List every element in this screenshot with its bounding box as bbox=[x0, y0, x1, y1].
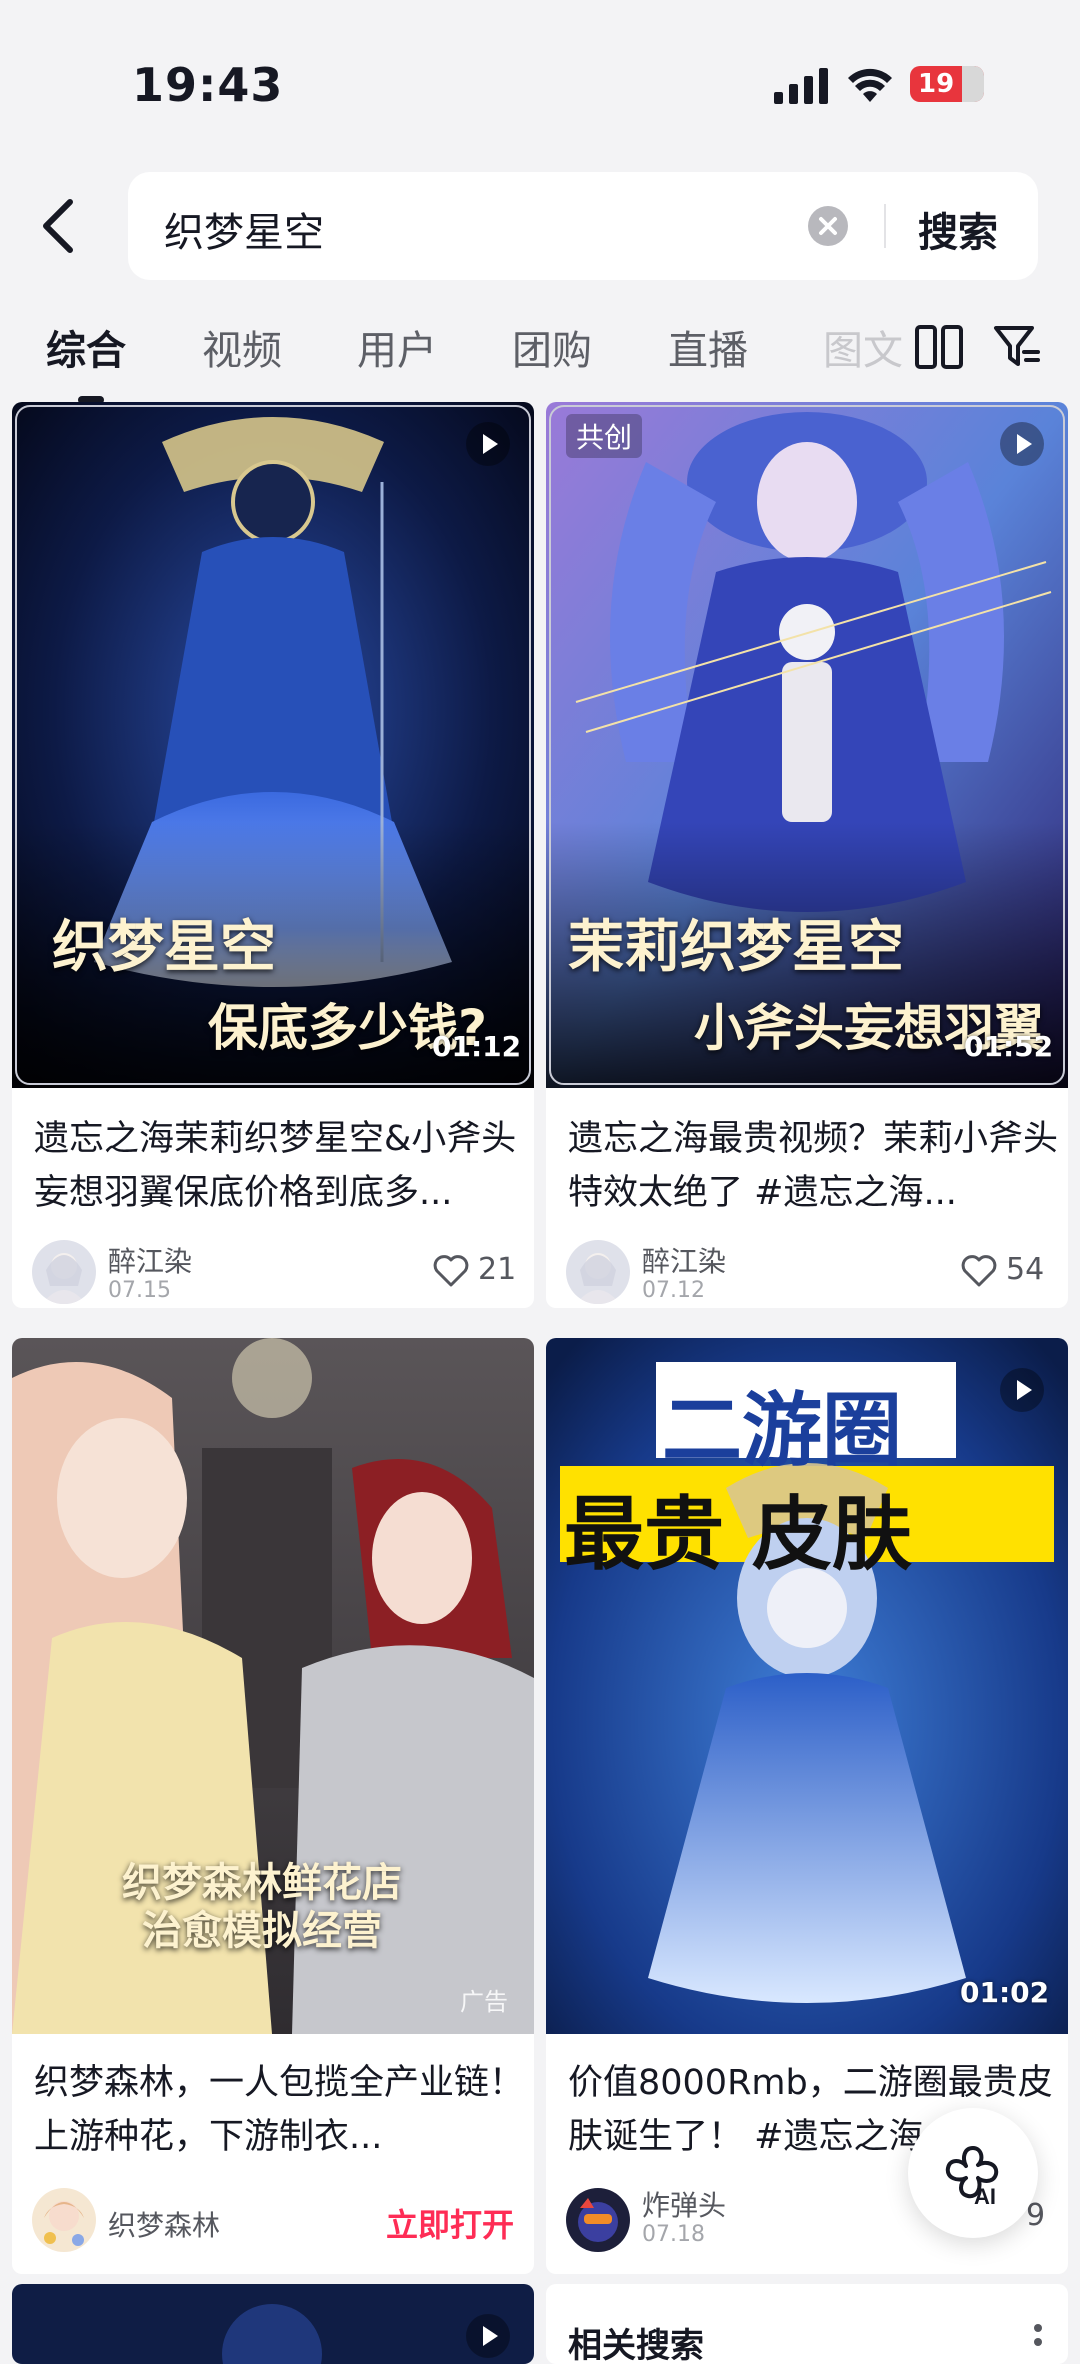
play-icon bbox=[466, 2314, 510, 2358]
status-time: 19:43 bbox=[132, 58, 284, 112]
status-bar: 19:43 19 bbox=[0, 0, 1080, 160]
video-duration: 01:12 bbox=[432, 1030, 522, 1063]
tab-comprehensive[interactable]: 综合 bbox=[46, 318, 126, 376]
dual-column-layout-icon[interactable] bbox=[914, 324, 964, 370]
thumbnail-image bbox=[546, 402, 1068, 1088]
tab-group-buy[interactable]: 团购 bbox=[512, 318, 592, 376]
svg-text:AI: AI bbox=[974, 2184, 996, 2208]
search-input[interactable]: 织梦星空 bbox=[164, 200, 324, 258]
co-creation-badge: 共创 bbox=[566, 414, 643, 458]
open-app-button[interactable]: 立即打开 bbox=[386, 2200, 514, 2246]
post-date: 07.18 bbox=[642, 2222, 705, 2247]
video-card[interactable]: 共创 茉莉织梦星空 小斧头妄想羽翼 01:52 遗忘之海最贵视频？茉莉小斧头特效… bbox=[546, 402, 1068, 1308]
heart-icon[interactable] bbox=[960, 1254, 998, 1288]
author-avatar[interactable] bbox=[566, 2188, 630, 2252]
search-bar[interactable]: 织梦星空 搜索 bbox=[128, 172, 1038, 280]
ad-card[interactable]: 织梦森林鲜花店 治愈模拟经营 广告 织梦森林，一人包揽全产业链！上游种花，下游制… bbox=[12, 1338, 534, 2274]
related-searches-card[interactable]: 相关搜索 bbox=[546, 2284, 1068, 2364]
search-divider bbox=[884, 204, 886, 248]
ad-tag: 广告 bbox=[460, 1988, 508, 2016]
tab-videos[interactable]: 视频 bbox=[202, 318, 282, 376]
play-icon bbox=[466, 422, 510, 466]
like-count: 21 bbox=[478, 1252, 517, 1287]
thumbnail-title-line1: 茉莉织梦星空 bbox=[568, 915, 904, 980]
tab-image-text[interactable]: 图文 bbox=[823, 318, 903, 376]
ad-thumbnail[interactable]: 织梦森林鲜花店 治愈模拟经营 广告 bbox=[12, 1338, 534, 2034]
more-options-icon[interactable] bbox=[1032, 2322, 1044, 2362]
author-avatar[interactable] bbox=[566, 1240, 630, 1304]
video-title[interactable]: 遗忘之海茉莉织梦星空&小斧头妄想羽翼保底价格到底多... bbox=[34, 1112, 524, 1220]
heart-icon[interactable] bbox=[432, 1254, 470, 1288]
post-date: 07.12 bbox=[642, 1278, 705, 1303]
author-name[interactable]: 醉江染 bbox=[642, 1240, 726, 1280]
author-avatar[interactable] bbox=[32, 1240, 96, 1304]
tab-users[interactable]: 用户 bbox=[357, 318, 437, 376]
back-arrow-icon[interactable] bbox=[34, 196, 86, 256]
search-button[interactable]: 搜索 bbox=[918, 200, 998, 258]
ad-title[interactable]: 织梦森林，一人包揽全产业链！上游种花，下游制衣... bbox=[34, 2056, 524, 2164]
battery-level: 19 bbox=[918, 69, 955, 99]
wifi-icon bbox=[848, 68, 892, 102]
video-thumbnail[interactable]: 织梦星空 保底多少钱? 01:12 bbox=[12, 402, 534, 1088]
filter-icon[interactable] bbox=[992, 322, 1040, 370]
author-name[interactable]: 醉江染 bbox=[108, 1240, 192, 1280]
video-thumbnail[interactable]: 二游圈 最贵 皮肤 01:02 bbox=[546, 1338, 1068, 2034]
advertiser-avatar[interactable] bbox=[32, 2188, 96, 2252]
clear-icon[interactable] bbox=[808, 206, 848, 246]
advertiser-name[interactable]: 织梦森林 bbox=[108, 2204, 220, 2244]
thumbnail-image bbox=[12, 402, 534, 1088]
ai-flower-icon: AI bbox=[945, 2146, 999, 2208]
thumbnail-title-line1: 织梦星空 bbox=[52, 915, 276, 980]
video-thumbnail[interactable]: 共创 茉莉织梦星空 小斧头妄想羽翼 01:52 bbox=[546, 402, 1068, 1088]
related-searches-title: 相关搜索 bbox=[568, 2326, 704, 2364]
play-icon bbox=[1000, 422, 1044, 466]
video-duration: 01:52 bbox=[964, 1030, 1054, 1063]
tab-live[interactable]: 直播 bbox=[668, 318, 748, 376]
battery-icon: 19 bbox=[910, 66, 984, 102]
thumbnail-title-line2: 最贵 皮肤 bbox=[564, 1488, 912, 1581]
post-date: 07.15 bbox=[108, 1278, 171, 1303]
thumbnail-title-line1: 二游圈 bbox=[662, 1384, 902, 1477]
like-count: 54 bbox=[1006, 1252, 1045, 1287]
author-name[interactable]: 炸弹头 bbox=[642, 2184, 726, 2224]
ai-assistant-button[interactable]: AI bbox=[908, 2108, 1038, 2238]
thumbnail-title-line2: 治愈模拟经营 bbox=[142, 1908, 382, 1954]
signal-icon bbox=[774, 68, 828, 104]
thumbnail-image bbox=[12, 2284, 534, 2364]
video-duration: 01:02 bbox=[960, 1976, 1050, 2009]
video-card[interactable] bbox=[12, 2284, 534, 2364]
video-card[interactable]: 织梦星空 保底多少钱? 01:12 遗忘之海茉莉织梦星空&小斧头妄想羽翼保底价格… bbox=[12, 402, 534, 1308]
video-title[interactable]: 遗忘之海最贵视频？茉莉小斧头特效太绝了 #遗忘之海... bbox=[568, 1112, 1058, 1220]
play-icon bbox=[1000, 1368, 1044, 1412]
